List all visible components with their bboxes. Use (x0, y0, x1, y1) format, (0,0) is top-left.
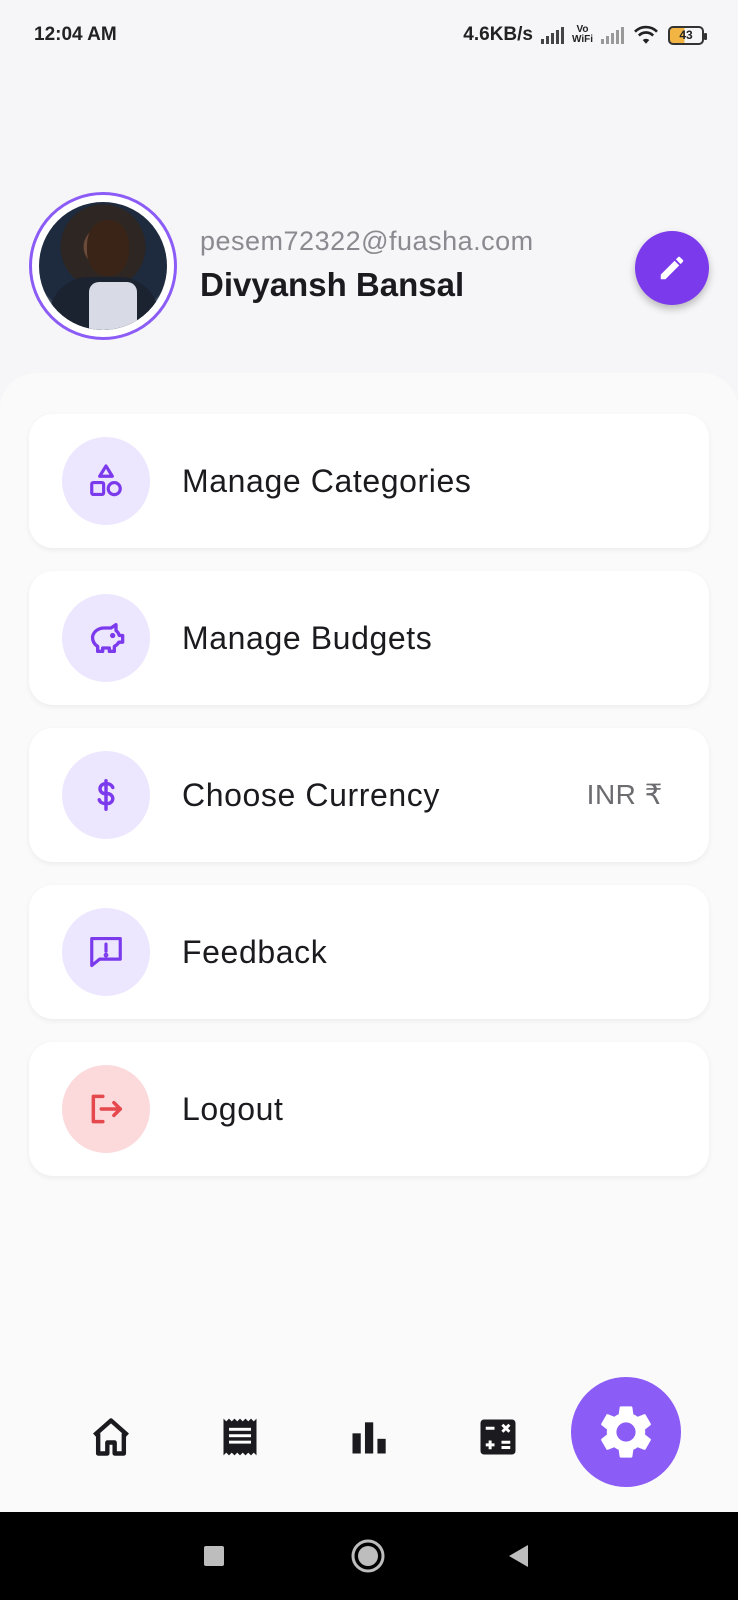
calculator-icon (480, 1419, 516, 1455)
nav-settings[interactable] (571, 1377, 681, 1487)
feedback-icon (90, 936, 122, 968)
nav-calculator[interactable] (468, 1407, 528, 1467)
menu-item-manage-budgets[interactable]: Manage Budgets (29, 571, 709, 705)
receipt-icon (223, 1418, 257, 1456)
square-icon (204, 1546, 224, 1566)
menu-icon-bg (62, 1065, 150, 1153)
menu-icon-bg (62, 908, 150, 996)
menu-icon-bg (62, 751, 150, 839)
vowifi-icon: Vo WiFi (572, 25, 593, 45)
shapes-icon (90, 464, 122, 497)
pencil-icon (660, 256, 684, 280)
network-speed: 4.6KB/s (463, 24, 533, 45)
menu-item-label: Logout (182, 1091, 284, 1127)
profile-header: pesem72322@fuasha.com Divyansh Bansal (0, 190, 738, 340)
nav-home[interactable] (81, 1407, 141, 1467)
menu-item-label: Manage Budgets (182, 620, 433, 656)
recent-apps-button[interactable] (194, 1536, 234, 1576)
menu-item-logout[interactable]: Logout (29, 1042, 709, 1176)
status-bar: 12:04 AM 4.6KB/s Vo WiFi 43 (0, 0, 738, 70)
menu-item-label: Manage Categories (182, 463, 472, 499)
status-time: 12:04 AM (34, 24, 117, 45)
system-nav-bar (0, 1512, 738, 1600)
menu-item-feedback[interactable]: Feedback (29, 885, 709, 1019)
menu-icon-bg (62, 437, 150, 525)
circle-icon (351, 1539, 385, 1573)
status-icons: 4.6KB/s Vo WiFi 43 (463, 24, 707, 46)
nav-transactions[interactable] (210, 1407, 270, 1467)
currency-value: INR ₹ (586, 779, 663, 810)
menu-item-choose-currency[interactable]: Choose Currency INR ₹ (29, 728, 709, 862)
signal-icon-2 (601, 26, 624, 44)
home-icon (93, 1418, 129, 1456)
wifi-icon (634, 25, 658, 44)
signal-icon (540, 26, 564, 44)
logout-icon (91, 1094, 122, 1124)
menu-item-manage-categories[interactable]: Manage Categories (29, 414, 709, 548)
menu-item-label: Choose Currency (182, 777, 440, 813)
dollar-icon (97, 779, 115, 811)
profile-email: pesem72322@fuasha.com (200, 226, 534, 256)
avatar-photo (39, 202, 167, 330)
avatar (29, 192, 177, 340)
menu-item-label: Feedback (182, 934, 328, 970)
back-button[interactable] (498, 1536, 538, 1576)
bar-chart-icon (352, 1422, 386, 1454)
profile-name: Divyansh Bansal (200, 266, 465, 303)
piggy-bank-icon (90, 623, 125, 653)
home-system-button[interactable] (348, 1536, 388, 1576)
vowifi-bottom: WiFi (571, 34, 593, 45)
menu-icon-bg (62, 594, 150, 682)
nav-statistics[interactable] (339, 1407, 399, 1467)
battery-icon: 43 (668, 25, 707, 45)
bottom-nav (0, 1377, 738, 1512)
settings-icon (601, 1406, 651, 1458)
back-triangle-icon (509, 1545, 528, 1567)
edit-profile-button[interactable] (635, 231, 709, 305)
